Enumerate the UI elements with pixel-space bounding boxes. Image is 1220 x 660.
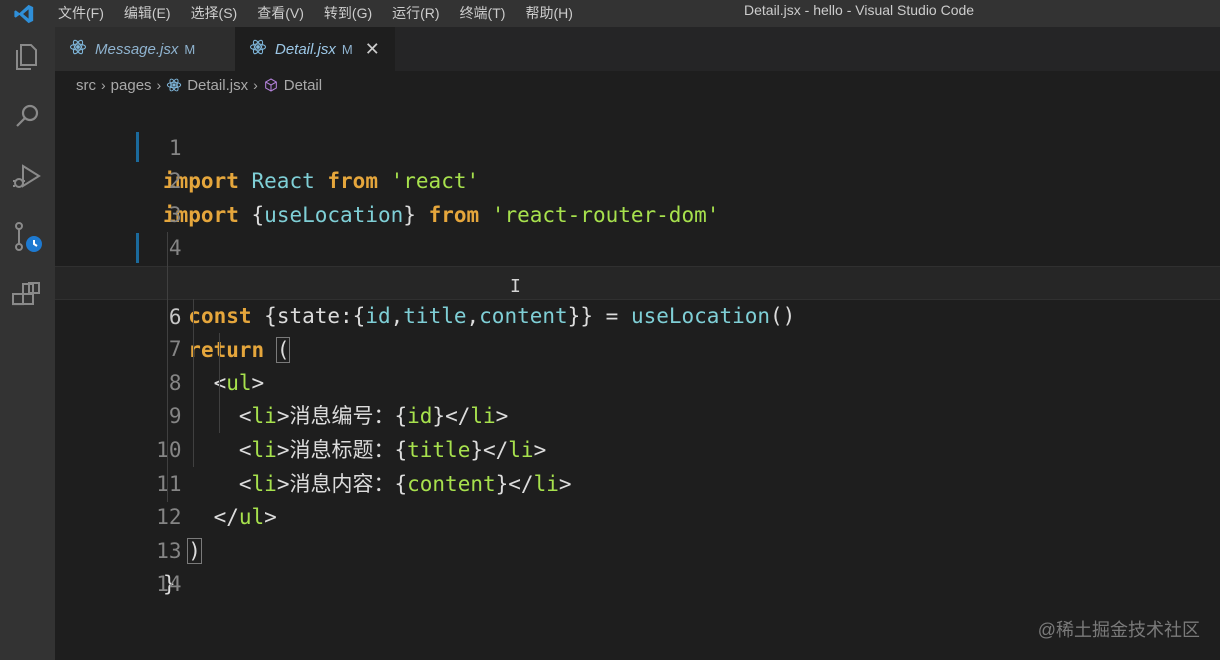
menu-help[interactable]: 帮助(H) bbox=[515, 0, 582, 27]
chevron-right-icon: › bbox=[101, 77, 106, 93]
code-line: 13 } bbox=[55, 501, 1220, 597]
menu-terminal[interactable]: 终端(T) bbox=[450, 0, 516, 27]
window-title: Detail.jsx - hello - Visual Studio Code bbox=[744, 2, 975, 18]
menu-run[interactable]: 运行(R) bbox=[382, 0, 449, 27]
menu-go[interactable]: 转到(G) bbox=[314, 0, 382, 27]
extensions-icon[interactable] bbox=[9, 279, 45, 315]
close-icon[interactable]: ✕ bbox=[365, 39, 380, 60]
react-file-icon bbox=[249, 38, 267, 60]
symbol-cube-icon bbox=[263, 77, 279, 93]
code-line: 7 <ul> bbox=[55, 300, 1220, 395]
code-line: 4 export default function Detail() { bbox=[55, 199, 1220, 294]
modified-badge: M bbox=[184, 41, 196, 57]
breadcrumb-pages[interactable]: pages bbox=[111, 77, 152, 94]
react-file-icon bbox=[69, 38, 87, 60]
menu-file[interactable]: 文件(F) bbox=[48, 0, 114, 27]
indent-guide bbox=[193, 299, 194, 467]
tab-message-jsx[interactable]: Message.jsx M bbox=[55, 27, 235, 71]
code-line: 2 import {useLocation} from 'react-route… bbox=[55, 132, 1220, 227]
chevron-right-icon: › bbox=[156, 77, 162, 93]
menu-edit[interactable]: 编辑(E) bbox=[114, 0, 181, 27]
line-number: 14 bbox=[156, 572, 182, 597]
code-line: 9 <li>消息标题：{title}</li> bbox=[55, 367, 1220, 462]
watermark: @稀土掘金技术社区 bbox=[1037, 620, 1200, 640]
code-line: 3 bbox=[55, 165, 1220, 227]
vscode-logo-icon bbox=[0, 0, 48, 27]
menu-bar: 文件(F) 编辑(E) 选择(S) 查看(V) 转到(G) 运行(R) 终端(T… bbox=[48, 0, 583, 27]
breadcrumb-symbol[interactable]: Detail bbox=[284, 77, 322, 94]
source-control-icon[interactable] bbox=[9, 219, 45, 255]
code-line: 1 import React from 'react' bbox=[55, 98, 1220, 194]
run-debug-icon[interactable] bbox=[9, 159, 45, 195]
tab-label: Detail.jsx bbox=[275, 40, 336, 58]
menu-view[interactable]: 查看(V) bbox=[247, 0, 314, 27]
indent-guide bbox=[219, 333, 220, 433]
tab-detail-jsx[interactable]: Detail.jsx M ✕ bbox=[235, 27, 395, 71]
code-line: 14 bbox=[55, 535, 1220, 596]
menu-selection[interactable]: 选择(S) bbox=[181, 0, 248, 27]
chevron-right-icon: › bbox=[253, 77, 258, 93]
tab-label: Message.jsx bbox=[95, 40, 179, 58]
code-line-current: 6 return ( bbox=[55, 266, 1220, 364]
explorer-icon[interactable] bbox=[9, 39, 45, 75]
code-line: 5 const {state:{id,title,content}} = use… bbox=[55, 232, 1220, 328]
mouse-ibeam-cursor-icon: I bbox=[510, 276, 521, 297]
code-editor[interactable]: 1 import React from 'react' 2 import {us… bbox=[55, 98, 1220, 660]
tab-bar: Message.jsx M Detail.jsx M ✕ bbox=[55, 27, 1220, 71]
title-bar: 文件(F) 编辑(E) 选择(S) 查看(V) 转到(G) 运行(R) 终端(T… bbox=[0, 0, 1220, 27]
activity-bar bbox=[0, 27, 55, 660]
breadcrumb-src[interactable]: src bbox=[76, 77, 96, 94]
modified-badge: M bbox=[341, 41, 353, 57]
breadcrumb: src › pages › Detail.jsx › Detail bbox=[76, 74, 322, 96]
indent-guide bbox=[167, 232, 168, 502]
code-line: 11 </ul> bbox=[55, 434, 1220, 530]
search-icon[interactable] bbox=[9, 99, 45, 135]
react-file-icon bbox=[166, 77, 182, 93]
breadcrumb-file[interactable]: Detail.jsx bbox=[187, 77, 248, 94]
code-line: 12 ) bbox=[55, 468, 1220, 564]
code-line: 10 <li>消息内容：{content}</li> bbox=[55, 400, 1220, 496]
code-line: 8 <li>消息编号：{id}</li> bbox=[55, 333, 1220, 429]
